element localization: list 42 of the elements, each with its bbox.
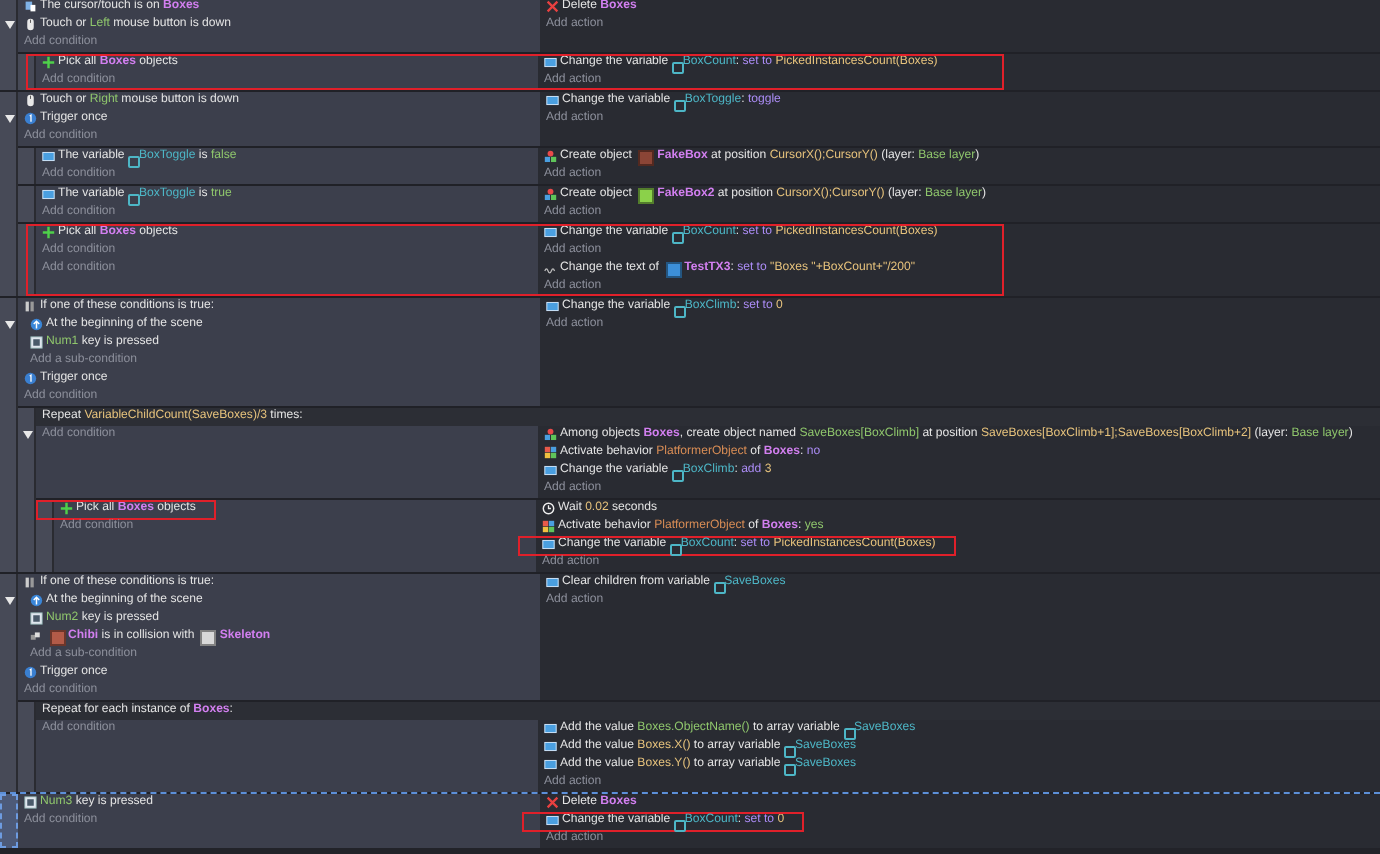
variable-icon	[546, 576, 559, 590]
collapse-arrow-icon[interactable]	[3, 596, 15, 606]
collapse-arrow-icon[interactable]	[3, 20, 15, 30]
cursor-icon	[24, 0, 37, 14]
variable-icon	[544, 226, 557, 240]
clock-icon	[542, 502, 555, 516]
variable-icon	[42, 188, 55, 202]
list-icon	[24, 300, 37, 314]
puzzle-icon	[544, 446, 557, 460]
list-icon	[24, 576, 37, 590]
variable-icon	[42, 150, 55, 164]
key-icon	[24, 796, 37, 810]
delete-icon	[546, 796, 559, 810]
variable-icon	[546, 300, 559, 314]
variable-icon	[544, 464, 557, 478]
arrow-up-circle-icon	[30, 318, 43, 332]
key-icon	[30, 612, 43, 626]
variable-icon	[546, 94, 559, 108]
mouse-icon	[24, 94, 37, 108]
numbered-circle-icon	[24, 112, 37, 126]
numbered-circle-icon	[24, 666, 37, 680]
plus-icon	[42, 56, 55, 70]
shapes-icon	[544, 150, 557, 164]
delete-icon	[546, 0, 559, 14]
collapse-arrow-icon[interactable]	[21, 430, 33, 440]
plus-icon	[60, 502, 73, 516]
event-gutter[interactable]	[0, 0, 18, 90]
collapse-arrow-icon[interactable]	[3, 114, 15, 124]
plus-icon	[42, 226, 55, 240]
key-icon	[30, 336, 43, 350]
shapes-icon	[544, 188, 557, 202]
shapes-icon	[544, 428, 557, 442]
variable-icon	[542, 538, 555, 552]
variable-icon	[544, 56, 557, 70]
numbered-circle-icon	[24, 372, 37, 386]
text-icon	[544, 262, 557, 276]
collision-icon	[30, 630, 43, 644]
arrow-up-circle-icon	[30, 594, 43, 608]
collapse-arrow-icon[interactable]	[3, 320, 15, 330]
variable-icon	[546, 814, 559, 828]
puzzle-icon	[542, 520, 555, 534]
mouse-icon	[24, 18, 37, 32]
